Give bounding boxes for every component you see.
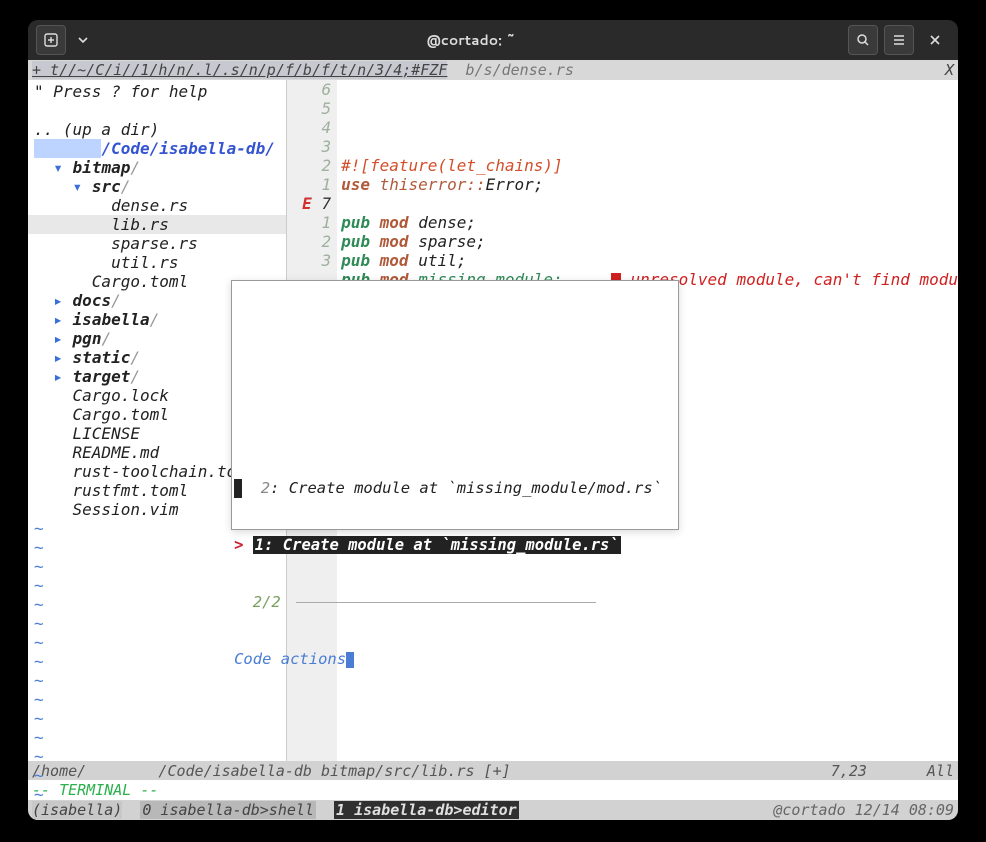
tree-file[interactable]: sparse.rs (28, 234, 286, 253)
code-line[interactable]: #![feature(let_chains)] (341, 156, 958, 175)
tree-file[interactable]: lib.rs (28, 215, 286, 234)
code-actions-popup[interactable]: 2: Create module at `missing_module/mod.… (231, 280, 679, 530)
status-cursor-pos: 7,23 (831, 762, 867, 780)
tab-current[interactable]: + t//~/C/i//1/h/n/.l/.s/n/p/f/b/f/t/n/3/… (32, 61, 447, 79)
vim-tabline[interactable]: + t//~/C/i//1/h/n/.l/.s/n/p/f/b/f/t/n/3/… (28, 60, 958, 80)
tab-other[interactable]: b/s/dense.rs (465, 61, 573, 79)
code-line[interactable]: pub mod dense; (341, 213, 958, 232)
window-title: @cortado: ~ (100, 30, 842, 50)
editor-code[interactable]: 2: Create module at `missing_module/mod.… (337, 80, 958, 761)
window-titlebar: @cortado: ~ (28, 20, 958, 60)
code-line[interactable]: pub mod sparse; (341, 232, 958, 251)
code-line[interactable]: pub mod util; (341, 251, 958, 270)
code-line[interactable]: use thiserror::Error; (341, 175, 958, 194)
tmux-window-1[interactable]: 1 isabella-db>editor (334, 801, 519, 819)
tree-file[interactable]: util.rs (28, 253, 286, 272)
code-action-prompt[interactable]: Code actions (232, 650, 678, 669)
code-line[interactable] (341, 194, 958, 213)
code-action-count: 2/2 (232, 593, 678, 612)
tree-folder[interactable]: ▾ bitmap/ (28, 158, 286, 177)
new-tab-button[interactable] (36, 25, 66, 55)
close-window-button[interactable] (920, 25, 950, 55)
hamburger-menu-button[interactable] (884, 25, 914, 55)
editor-pane[interactable]: 654321E 7123 2: Create module at `missin… (287, 80, 958, 761)
code-action-item-selected[interactable]: > 1: Create module at `missing_module.rs… (232, 536, 678, 555)
tab-close-icon[interactable]: X (945, 61, 958, 79)
code-action-item[interactable]: 2: Create module at `missing_module/mod.… (232, 479, 678, 498)
search-button[interactable] (848, 25, 878, 55)
status-scroll-pct: All (927, 762, 954, 780)
new-tab-dropdown[interactable] (72, 25, 94, 55)
tmux-clock: @cortado 12/14 08:09 (773, 801, 954, 819)
tree-folder[interactable]: ▾ src/ (28, 177, 286, 196)
tree-file[interactable]: dense.rs (28, 196, 286, 215)
